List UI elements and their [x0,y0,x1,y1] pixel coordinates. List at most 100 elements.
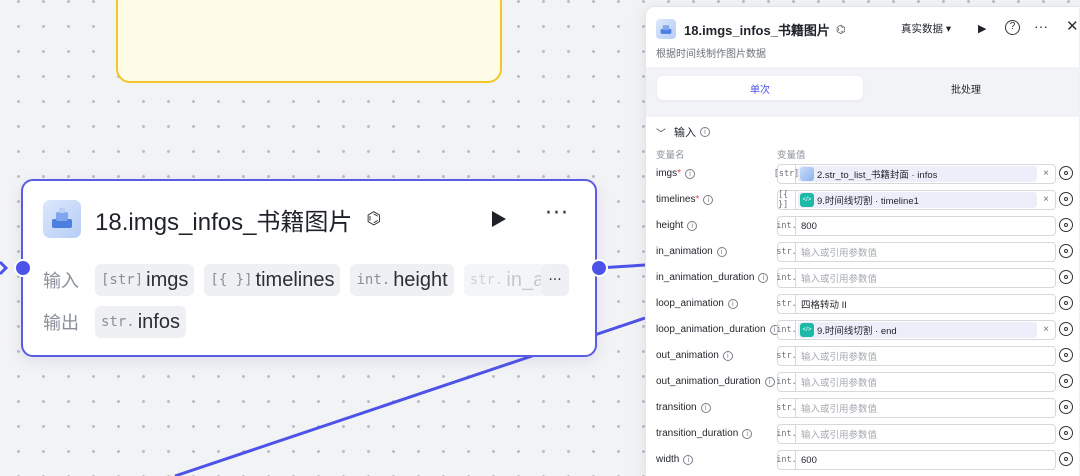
param-row-in-animation: in_animation i str. 输入或引用参数值 [656,242,1073,262]
settings-icon[interactable] [1059,244,1073,258]
column-header-name: 变量名 [656,150,685,161]
param-placeholder: 输入或引用参数值 [801,248,878,259]
param-value: 600 [801,454,817,466]
edge-in [0,260,9,276]
run-icon[interactable]: ▶ [978,22,986,35]
type-badge: str. [776,347,797,365]
param-value-field[interactable]: str. 输入或引用参数值 [776,398,1056,418]
param-value-field[interactable]: str. 输入或引用参数值 [776,346,1056,366]
param-name: loop_animation_duration i [656,324,780,335]
tab-single[interactable]: 单次 [657,76,863,100]
param-row-imgs: imgs* i [str] 2.str_to_list_书籍封面 · infos × [656,164,1073,184]
param-value-field[interactable]: int. 输入或引用参数值 [776,268,1056,288]
input-tag-in-animation: str.in_an [463,264,546,296]
param-name: transition_duration i [656,428,753,439]
help-icon[interactable]: ? [1005,20,1020,35]
reference-chip[interactable]: 2.str_to_list_书籍封面 · infos [798,166,1037,182]
workflow-node[interactable]: 18.imgs_infos_书籍图片 ⌬ ··· 输入 [str] imgs [{… [21,179,597,357]
required-marker: * [695,194,700,205]
section-title: 输入 [674,127,696,139]
param-name: out_animation_duration i [656,376,775,387]
more-icon[interactable]: ··· [1034,18,1048,34]
plugin-badge-icon: ⌬ [366,209,382,229]
code-icon: </> [800,323,814,337]
reference-text: 9.时间线切割 · end [817,326,897,337]
param-name: out_animation i [656,350,733,361]
code-icon: </> [800,193,814,207]
param-value-field[interactable]: str. 四格转动 II [776,294,1056,314]
data-mode-dropdown[interactable]: 真实数据 ▾ [901,21,951,36]
tab-batch[interactable]: 批处理 [863,76,1069,100]
param-row-transition-duration: transition_duration i int. 输入或引用参数值 [656,424,1073,444]
run-icon[interactable] [487,208,509,230]
outputs-label: 输出 [43,313,79,333]
settings-icon[interactable] [1059,374,1073,388]
param-value-field[interactable]: int. </> 9.时间线切割 · end × [776,320,1056,340]
param-value-field[interactable]: int. 600 [776,450,1056,470]
run-mode-tabs: 单次 批处理 [646,67,1079,117]
input-port[interactable] [14,259,32,277]
close-icon[interactable]: ✕ [1066,17,1079,35]
param-value-field[interactable]: [{ }] </> 9.时间线切割 · timeline1 × [777,190,1056,210]
param-name: in_animation i [656,246,727,257]
param-placeholder: 输入或引用参数值 [801,352,878,363]
reference-chip[interactable]: </> 9.时间线切割 · timeline1 [798,192,1037,208]
input-tag-height: int. height [350,264,454,296]
more-inputs-button[interactable]: ··· [541,264,569,296]
settings-icon[interactable] [1059,348,1073,362]
node-logo-icon [43,200,81,238]
settings-icon[interactable] [1059,270,1073,284]
info-icon: i [722,351,733,361]
param-row-out-animation-duration: out_animation_duration i int. 输入或引用参数值 [656,372,1073,392]
panel-title: 18.imgs_infos_书籍图片 [684,22,830,38]
node-more-icon[interactable]: ··· [545,201,569,226]
param-name: transition i [656,402,711,413]
param-row-width: width i int. 600 [656,450,1073,470]
type-badge: int. [776,373,797,391]
panel-logo-icon [656,19,676,39]
input-tag-imgs: [str] imgs [95,264,195,296]
param-row-loop-animation: loop_animation i str. 四格转动 II [656,294,1073,314]
param-value-field[interactable]: int. 输入或引用参数值 [776,424,1056,444]
settings-icon[interactable] [1059,452,1073,466]
info-icon: i [683,455,694,465]
param-value: 800 [801,220,817,232]
param-row-out-animation: out_animation i str. 输入或引用参数值 [656,346,1073,366]
param-name: imgs* i [656,168,696,179]
param-value-field[interactable]: [str] 2.str_to_list_书籍封面 · infos × [774,164,1056,184]
node-inputs-row: 输入 [str] imgs [{ }] timelines int. height s… [43,264,556,296]
inputs-label: 输入 [43,271,79,291]
type-badge: int. [776,425,797,443]
settings-icon[interactable] [1059,322,1073,336]
param-value-field[interactable]: str. 输入或引用参数值 [776,242,1056,262]
panel-description: 根据时间线制作图片数据 [656,49,766,60]
type-badge: int. [776,321,797,339]
node-header: 18.imgs_infos_书籍图片 ⌬ ··· [43,199,575,239]
output-port[interactable] [590,259,608,277]
info-icon: i [742,429,753,439]
settings-icon[interactable] [1059,426,1073,440]
settings-icon[interactable] [1059,192,1073,206]
param-value-field[interactable]: int. 800 [776,216,1056,236]
inputs-section-header[interactable]: ﹀ 输入 i [656,124,710,140]
node-title: 18.imgs_infos_书籍图片 [95,208,353,236]
required-marker: * [677,168,682,179]
settings-icon[interactable] [1059,296,1073,310]
clear-icon[interactable]: × [1043,168,1049,179]
param-value-field[interactable]: int. 输入或引用参数值 [776,372,1056,392]
clear-icon[interactable]: × [1043,324,1049,335]
param-row-transition: transition i str. 输入或引用参数值 [656,398,1073,418]
param-placeholder: 输入或引用参数值 [801,430,878,441]
clear-icon[interactable]: × [1043,194,1049,205]
type-badge: str. [776,295,797,313]
type-badge: str. [776,399,797,417]
chevron-down-icon: ﹀ [656,128,666,140]
type-badge: str. [776,243,797,261]
info-icon: i [700,403,711,413]
settings-icon[interactable] [1059,218,1073,232]
info-icon: i [700,127,710,137]
settings-icon[interactable] [1059,166,1073,180]
info-icon: i [758,273,769,283]
reference-chip[interactable]: </> 9.时间线切割 · end [798,322,1037,338]
settings-icon[interactable] [1059,400,1073,414]
